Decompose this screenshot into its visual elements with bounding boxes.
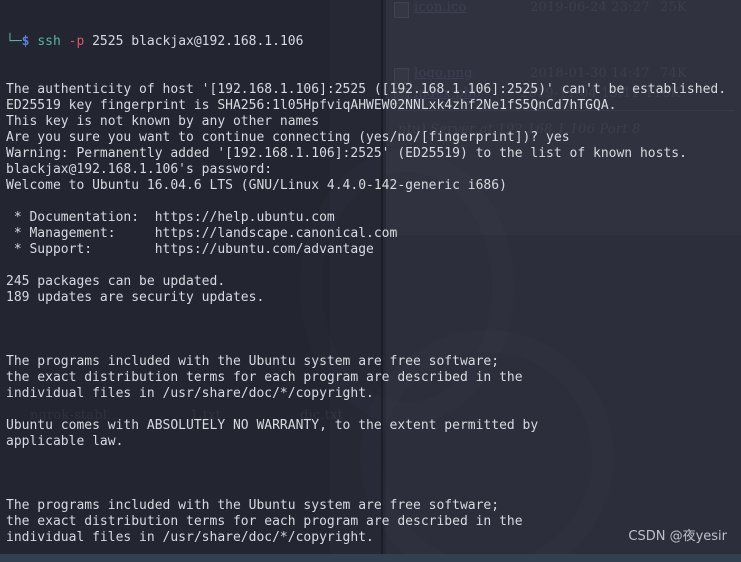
terminal-output[interactable]: └─$ ssh -p 2525 blackjax@192.168.1.106 T… (0, 0, 741, 562)
command-args: 2525 blackjax@192.168.1.106 (84, 34, 304, 49)
output-line: The programs included with the Ubuntu sy… (6, 354, 500, 369)
prompt-line: └─$ ssh -p 2525 blackjax@192.168.1.106 (6, 34, 741, 50)
csdn-watermark: CSDN @夜yesir (628, 529, 727, 544)
output-line: the exact distribution terms for each pr… (6, 370, 523, 385)
output-line: Welcome to Ubuntu 16.04.6 LTS (GNU/Linux… (6, 178, 507, 193)
output-line: This key is not known by any other names (6, 114, 320, 129)
command-name: ssh (37, 34, 61, 49)
output-line: 245 packages can be updated. (6, 274, 226, 289)
output-line: Warning: Permanently added '[192.168.1.1… (6, 146, 687, 161)
prompt-corner-icon: └─ (6, 34, 22, 49)
output-line: 189 updates are security updates. (6, 290, 265, 305)
output-line: * Documentation: https://help.ubuntu.com (6, 210, 335, 225)
bottom-status-bar (0, 554, 741, 562)
terminal-window: icon.ico 2019-06-24 23:27 25K logo.png 2… (0, 0, 741, 562)
output-line: * Management: https://landscape.canonica… (6, 226, 398, 241)
output-line: The authenticity of host '[192.168.1.106… (6, 82, 727, 97)
output-line: applicable law. (6, 434, 124, 449)
output-line: individual files in /usr/share/doc/*/cop… (6, 386, 374, 401)
output-line: The programs included with the Ubuntu sy… (6, 498, 500, 513)
command-flag: -p (68, 34, 85, 49)
output-line: blackjax@192.168.1.106's password: (6, 162, 273, 177)
prompt-dollar: $ (21, 34, 30, 49)
output-lines: The authenticity of host '[192.168.1.106… (6, 82, 741, 562)
output-line: * Support: https://ubuntu.com/advantage (6, 242, 374, 257)
output-line: Ubuntu comes with ABSOLUTELY NO WARRANTY… (6, 418, 539, 433)
output-line: Are you sure you want to continue connec… (6, 130, 570, 145)
output-line: ED25519 key fingerprint is SHA256:1l05Hp… (6, 98, 617, 113)
